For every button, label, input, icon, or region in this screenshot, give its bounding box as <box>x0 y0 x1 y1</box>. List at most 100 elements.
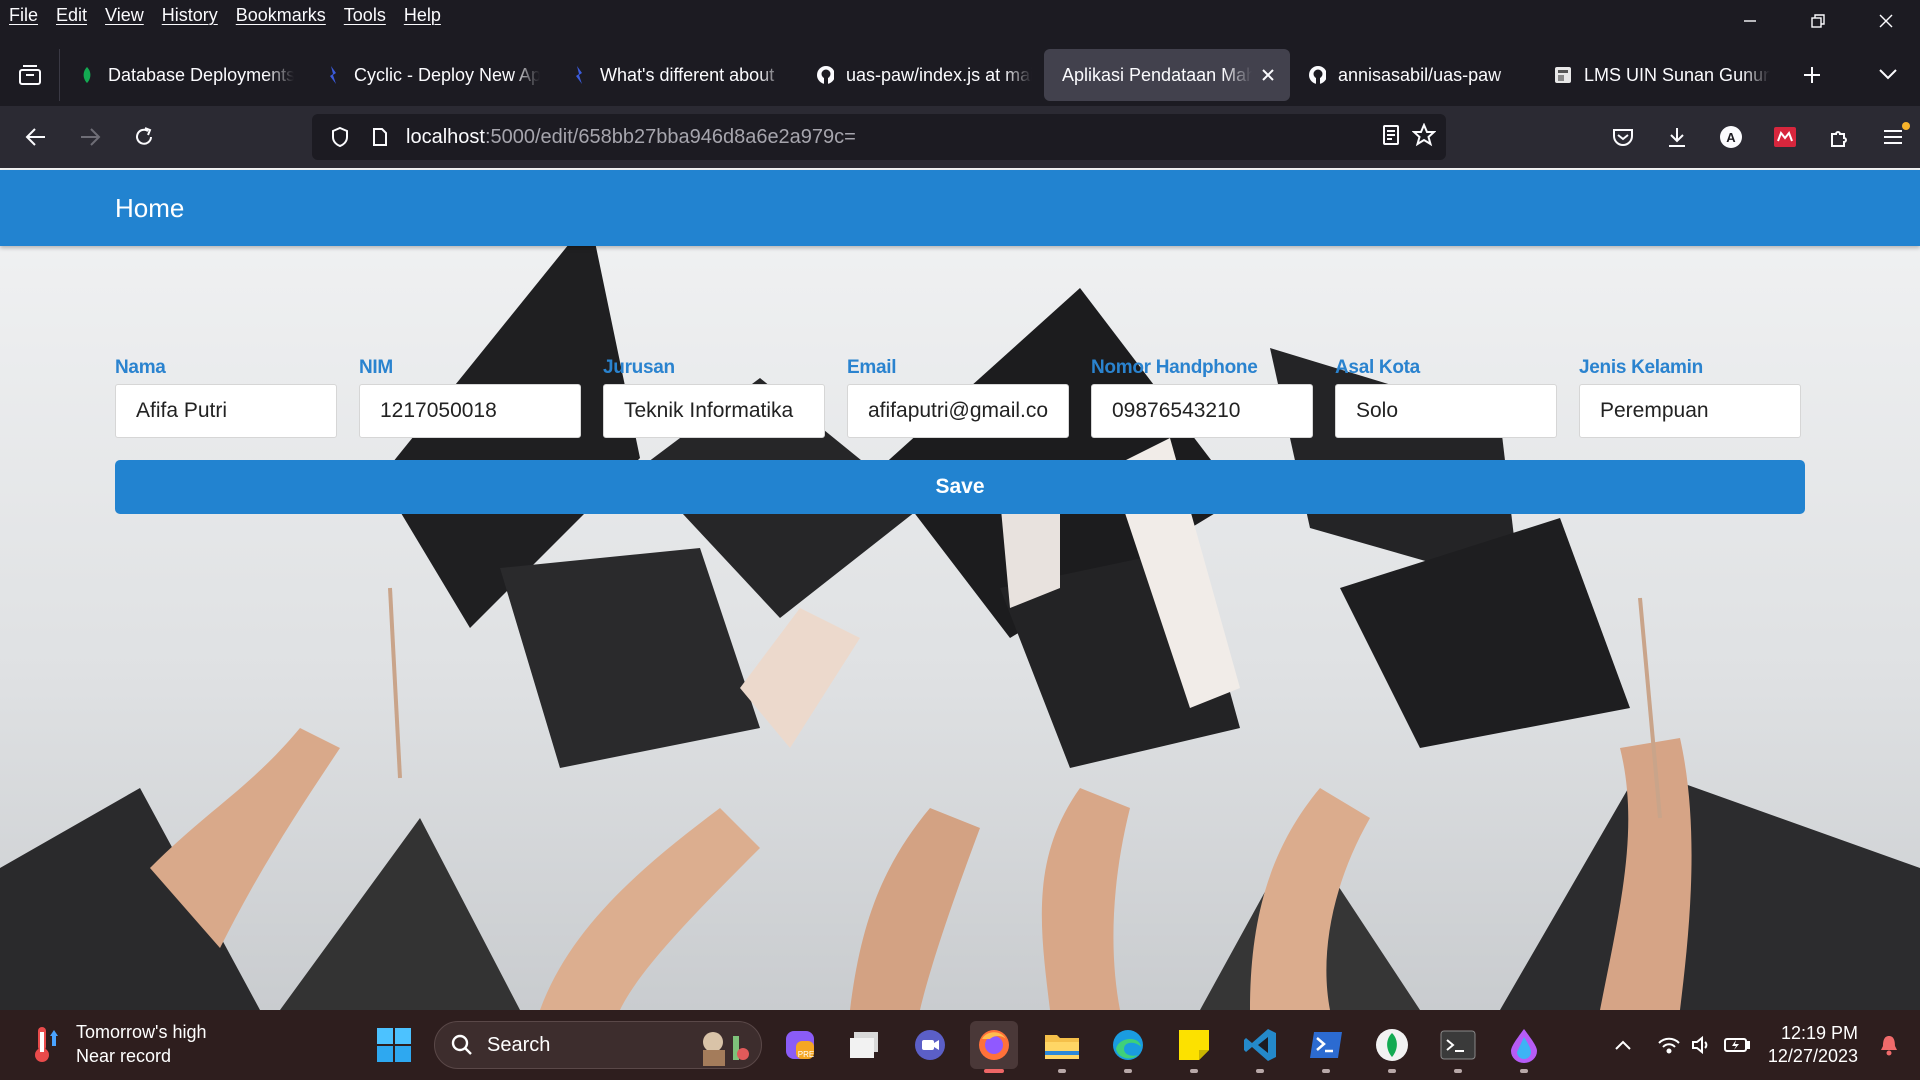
tab-aplikasi-pendataan[interactable]: Aplikasi Pendataan Mahasiswa <box>1044 49 1290 101</box>
bookmark-star-icon[interactable] <box>1411 121 1437 152</box>
restore-button[interactable] <box>1784 0 1852 42</box>
reader-view-icon[interactable] <box>1382 124 1400 151</box>
mongodb-leaf-icon <box>78 66 96 84</box>
asal-kota-input[interactable] <box>1335 384 1557 438</box>
tab-whats-different[interactable]: What's different about <box>552 49 798 101</box>
menu-file[interactable]: File <box>9 5 38 26</box>
menu-bookmarks[interactable]: Bookmarks <box>236 5 326 26</box>
volume-button[interactable] <box>1686 1025 1720 1065</box>
jurusan-input[interactable] <box>603 384 825 438</box>
nomor-handphone-input[interactable] <box>1091 384 1313 438</box>
tab-uas-paw-index[interactable]: uas-paw/index.js at main <box>798 49 1044 101</box>
search-icon <box>451 1034 472 1055</box>
menu-help[interactable]: Help <box>404 5 441 26</box>
taskbar-teams[interactable] <box>906 1021 954 1069</box>
svg-text:A: A <box>1726 130 1736 145</box>
minimize-button[interactable] <box>1716 0 1784 42</box>
url-bar[interactable]: localhost:5000/edit/658bb27bba946d8a6e2a… <box>312 114 1446 160</box>
edge-icon <box>1113 1030 1143 1060</box>
taskbar-file-explorer[interactable] <box>1038 1021 1086 1073</box>
lms-icon <box>1554 66 1572 84</box>
graduation-caps-background-image <box>0 168 1920 1010</box>
tab-title: uas-paw/index.js at main <box>846 64 1032 85</box>
downloads-button[interactable] <box>1650 114 1704 160</box>
taskbar-paint-drop-app[interactable] <box>1500 1021 1548 1073</box>
menu-bar: File Edit View History Bookmarks Tools H… <box>0 0 1920 30</box>
svg-text:PRE: PRE <box>798 1050 814 1059</box>
menu-tools[interactable]: Tools <box>344 5 386 26</box>
notifications-button[interactable] <box>1872 1025 1906 1065</box>
forward-button[interactable] <box>63 114 117 160</box>
weather-widget[interactable]: Tomorrow's high Near record <box>28 1020 206 1068</box>
powershell-icon <box>1310 1032 1342 1058</box>
tab-database-deployments[interactable]: Database Deployments <box>60 49 306 101</box>
thermometer-hot-icon <box>35 1027 58 1062</box>
nim-input[interactable] <box>359 384 581 438</box>
extension-mendeley-button[interactable] <box>1758 114 1812 160</box>
running-indicator <box>1520 1069 1528 1073</box>
taskbar-sticky-notes[interactable] <box>1170 1021 1218 1073</box>
close-tab-icon[interactable] <box>1258 65 1278 85</box>
nama-input[interactable] <box>115 384 337 438</box>
form-field-row: Nama NIM Jurusan Email Nomor Handphone A… <box>115 356 1805 438</box>
clock-time: 12:19 PM <box>1780 1023 1858 1043</box>
jenis-kelamin-input[interactable] <box>1579 384 1801 438</box>
system-tray: 12:19 PM 12/27/2023 <box>1606 1010 1920 1080</box>
taskbar-powershell[interactable] <box>1302 1021 1350 1073</box>
reload-button[interactable] <box>117 114 171 160</box>
page-info-icon[interactable] <box>360 114 400 160</box>
taskbar-copilot[interactable]: PRE <box>776 1021 824 1069</box>
close-window-button[interactable] <box>1852 0 1920 42</box>
reload-icon <box>136 127 152 145</box>
chevron-up-icon <box>1615 1040 1631 1050</box>
new-tab-button[interactable] <box>1786 49 1838 101</box>
tab-title: Aplikasi Pendataan Mahasiswa <box>1062 64 1252 85</box>
start-button[interactable] <box>372 1023 416 1067</box>
home-link[interactable]: Home <box>115 193 184 224</box>
menu-history[interactable]: History <box>162 5 218 26</box>
arrow-left-icon <box>25 128 45 146</box>
wifi-button[interactable] <box>1652 1025 1686 1065</box>
clock[interactable]: 12:19 PM 12/27/2023 <box>1768 1022 1858 1068</box>
wifi-icon <box>1658 1037 1680 1054</box>
close-icon <box>1879 14 1893 28</box>
taskbar-mongodb-compass[interactable] <box>1368 1021 1416 1073</box>
extensions-button[interactable] <box>1812 114 1866 160</box>
show-hidden-icons-button[interactable] <box>1606 1025 1640 1065</box>
tab-title: Database Deployments <box>108 64 294 85</box>
battery-button[interactable] <box>1720 1025 1754 1065</box>
firefox-view-button[interactable] <box>0 49 60 101</box>
account-button[interactable]: A <box>1704 114 1758 160</box>
tab-title: LMS UIN Sunan Gunung Djati <box>1584 64 1770 85</box>
menu-edit[interactable]: Edit <box>56 5 87 26</box>
tab-cyclic-deploy[interactable]: Cyclic - Deploy New App <box>306 49 552 101</box>
tracking-protection-shield-icon[interactable] <box>320 114 360 160</box>
email-input[interactable] <box>847 384 1069 438</box>
account-avatar-icon: A <box>1720 126 1742 148</box>
app-menu-button[interactable] <box>1866 114 1920 160</box>
tab-title: What's different about <box>600 64 775 85</box>
sticky-notes-icon <box>1179 1030 1209 1060</box>
nim-label: NIM <box>359 357 393 378</box>
url-text[interactable]: localhost:5000/edit/658bb27bba946d8a6e2a… <box>406 126 856 149</box>
asal-kota-label: Asal Kota <box>1335 357 1420 378</box>
taskbar-task-view[interactable] <box>841 1021 889 1069</box>
url-path: :5000/edit/658bb27bba946d8a6e2a979c= <box>484 125 856 148</box>
running-indicator <box>1322 1069 1330 1073</box>
field-email: Email <box>847 356 1069 438</box>
pocket-button[interactable] <box>1596 114 1650 160</box>
list-all-tabs-button[interactable] <box>1868 54 1908 94</box>
search-highlight-illustration-icon <box>703 1032 749 1066</box>
taskbar-vscode[interactable] <box>1236 1021 1284 1073</box>
taskbar-search-box[interactable]: Search <box>434 1021 762 1069</box>
window-controls <box>1716 0 1920 42</box>
taskbar-terminal[interactable] <box>1434 1021 1482 1073</box>
tab-annisasabil-uas-paw[interactable]: annisasabil/uas-paw <box>1290 49 1536 101</box>
taskbar-edge[interactable] <box>1104 1021 1152 1073</box>
menu-view[interactable]: View <box>105 5 144 26</box>
save-button[interactable]: Save <box>115 460 1805 514</box>
back-button[interactable] <box>9 114 63 160</box>
taskbar-firefox[interactable] <box>970 1021 1018 1073</box>
mongodb-compass-icon <box>1376 1029 1408 1061</box>
tab-lms-uin[interactable]: LMS UIN Sunan Gunung Djati <box>1536 49 1782 101</box>
